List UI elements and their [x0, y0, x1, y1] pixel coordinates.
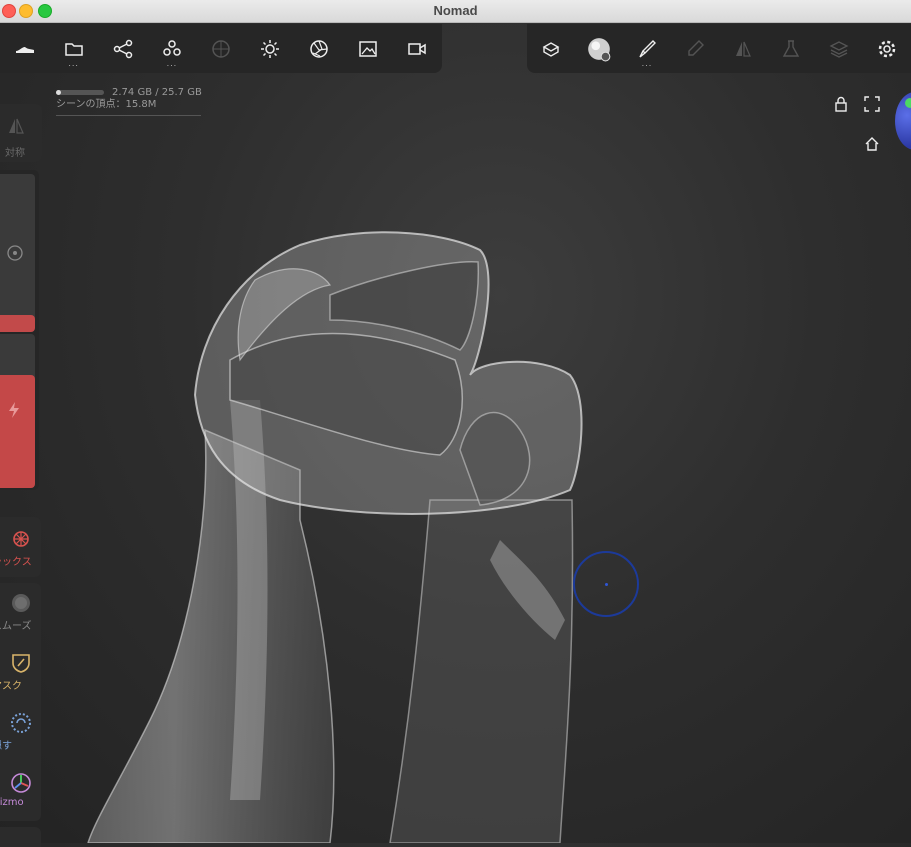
tool-group-active: ラックス: [0, 517, 41, 577]
tool-mask[interactable]: マスク: [0, 651, 41, 692]
tool-relax[interactable]: ラックス: [0, 527, 41, 568]
tool-smooth-label: スムーズ: [0, 621, 32, 632]
image-icon: [359, 40, 378, 57]
matcap-icon: [588, 37, 611, 61]
aperture-icon: [310, 39, 328, 58]
symmetry-icon: [736, 41, 751, 57]
main-toolbar: ... ...: [0, 24, 442, 73]
gear-icon: [878, 40, 896, 57]
toolbar-paint-button[interactable]: ...: [623, 24, 671, 73]
radius-slider-fill: [0, 315, 35, 332]
stats-divider: [56, 115, 201, 116]
viewport-canvas[interactable]: [0, 0, 911, 843]
tool-smooth[interactable]: スムーズ: [0, 591, 41, 632]
lightning-icon: [9, 402, 19, 418]
toolbar-postprocess-button[interactable]: [295, 24, 344, 73]
toolbar-symmetry-button[interactable]: [719, 24, 767, 73]
intensity-slider[interactable]: [0, 334, 35, 488]
toolbar-shoe-button[interactable]: [0, 24, 49, 73]
flask-icon: [782, 39, 800, 57]
home-icon[interactable]: [864, 136, 880, 152]
more-indicator: ...: [166, 59, 178, 68]
brush-cursor: [573, 551, 639, 617]
toolbar-camera-button[interactable]: [393, 24, 442, 73]
share-icon: [113, 39, 133, 58]
primitives-icon: [163, 39, 181, 56]
toolbar-picker-button[interactable]: [671, 24, 719, 73]
tool-group-more: [0, 827, 41, 847]
toolbar-files-button[interactable]: ...: [49, 24, 98, 73]
gizmo-icon: [10, 773, 31, 793]
tool-hide[interactable]: 隠す: [0, 711, 41, 752]
tool-mask-label: マスク: [0, 681, 22, 692]
tool-relax-label: ラックス: [0, 557, 32, 568]
stack-icon: [829, 40, 849, 58]
toolbar-primitives-button[interactable]: ...: [147, 24, 196, 73]
memory-usage: 2.74 GB / 25.7 GB: [56, 87, 202, 99]
brush-sliders: [0, 170, 39, 490]
hide-icon: [10, 713, 31, 733]
tool-gizmo-label: Gizmo: [0, 797, 24, 808]
layers-box-icon: [542, 41, 560, 57]
tool-hide-label: 隠す: [0, 741, 12, 752]
toolbar-experimental-button[interactable]: [767, 24, 815, 73]
symmetry-toggle[interactable]: 対称: [0, 104, 42, 162]
toolbar-background-button[interactable]: [344, 24, 393, 73]
mask-icon: [11, 654, 30, 673]
memory-bar: [56, 89, 104, 95]
toolbar-scene-button[interactable]: [98, 24, 147, 73]
folder-icon: [64, 42, 83, 56]
camera-icon: [408, 42, 427, 55]
more-indicator: ...: [641, 59, 653, 68]
memory-text: 2.74 GB / 25.7 GB: [112, 87, 202, 98]
vertex-count: シーンの頂点：15.8M: [56, 99, 157, 110]
fullscreen-icon[interactable]: [864, 96, 880, 112]
sculpt-mesh-right-column: [389, 499, 574, 843]
sun-icon: [261, 39, 280, 58]
intensity-slider-fill: [0, 375, 35, 488]
more-indicator: ...: [68, 59, 79, 68]
paint-brush-icon: [639, 39, 656, 58]
sphere-grid-icon: [212, 39, 230, 58]
toolbar-settings-button[interactable]: [863, 24, 911, 73]
target-icon: [7, 245, 23, 261]
scene-stats: 2.74 GB / 25.7 GB シーンの頂点：15.8M: [56, 87, 202, 116]
radius-slider[interactable]: [0, 174, 35, 332]
toolbar-lighting-button[interactable]: [246, 24, 295, 73]
relax-icon: [12, 531, 29, 547]
shoe-icon: [15, 46, 34, 53]
symmetry-label: 対称: [5, 148, 25, 159]
toolbar-mesh-button[interactable]: [527, 24, 575, 73]
sculpt-toolbar: ...: [527, 24, 911, 73]
lock-icon[interactable]: [833, 96, 849, 112]
tool-group: スムーズ マスク 隠す Gizmo: [0, 583, 41, 821]
toolbar-material-button[interactable]: [575, 24, 623, 73]
eyedropper-icon: [688, 39, 704, 56]
toolbar-layers-button[interactable]: [815, 24, 863, 73]
symmetry-icon: [9, 118, 24, 134]
toolbar-topology-button[interactable]: [196, 24, 245, 73]
smooth-icon: [11, 594, 30, 612]
tool-gizmo[interactable]: Gizmo: [0, 771, 41, 808]
